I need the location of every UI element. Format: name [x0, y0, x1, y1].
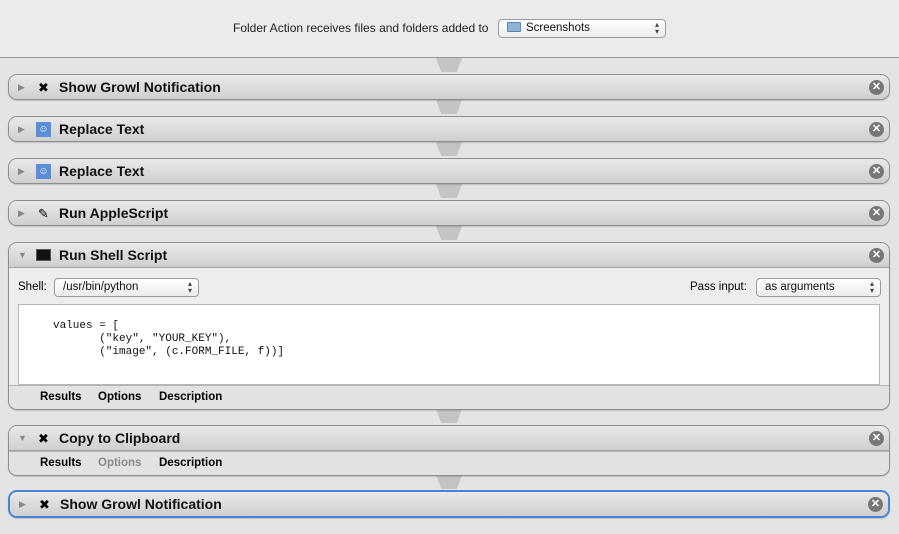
- action-show-growl-notification[interactable]: ▶ ✖ Show Growl Notification ✕: [8, 74, 890, 100]
- action-show-growl-notification-selected[interactable]: ▶ ✖ Show Growl Notification ✕: [8, 490, 890, 518]
- options-tab[interactable]: Options: [98, 391, 141, 403]
- folder-action-label: Folder Action receives files and folders…: [233, 21, 489, 35]
- folder-value: Screenshots: [526, 22, 590, 34]
- connector: [436, 100, 462, 114]
- pass-input-select[interactable]: as arguments ▴ ▾: [756, 278, 881, 297]
- workflow-header: Folder Action receives files and folders…: [0, 0, 899, 58]
- finder-icon: ☺: [36, 164, 51, 179]
- connector: [436, 58, 462, 72]
- action-title: Run Shell Script: [59, 247, 168, 263]
- action-run-applescript[interactable]: ▶ ✎ Run AppleScript ✕: [8, 200, 890, 226]
- connector: [436, 226, 462, 240]
- disclosure-triangle[interactable]: ▶: [18, 82, 25, 93]
- close-icon[interactable]: ✕: [869, 80, 884, 95]
- action-title: Show Growl Notification: [59, 79, 221, 95]
- action-title: Copy to Clipboard: [59, 430, 181, 446]
- pass-input-label: Pass input:: [690, 281, 747, 293]
- action-title: Show Growl Notification: [60, 496, 222, 512]
- applescript-icon: ✎: [38, 206, 49, 221]
- close-icon[interactable]: ✕: [869, 248, 884, 263]
- action-title: Replace Text: [59, 121, 145, 137]
- automator-tools-icon: ✖: [38, 80, 49, 95]
- terminal-icon: [36, 249, 51, 261]
- close-icon[interactable]: ✕: [869, 206, 884, 221]
- close-icon[interactable]: ✕: [868, 497, 883, 512]
- action-replace-text[interactable]: ▶ ☺ Replace Text ✕: [8, 158, 890, 184]
- close-icon[interactable]: ✕: [869, 164, 884, 179]
- connector: [436, 409, 462, 423]
- chevron-updown-icon: ▴ ▾: [654, 20, 659, 36]
- connector: [436, 184, 462, 198]
- shell-label: Shell:: [18, 281, 47, 293]
- pass-input-value: as arguments: [765, 281, 835, 293]
- results-tab[interactable]: Results: [40, 391, 82, 403]
- action-copy-to-clipboard[interactable]: ▼ ✖ Copy to Clipboard ✕ Results Options Des…: [8, 425, 890, 476]
- action-title: Run AppleScript: [59, 205, 169, 221]
- close-icon[interactable]: ✕: [869, 122, 884, 137]
- disclosure-triangle[interactable]: ▶: [18, 124, 25, 135]
- results-tab[interactable]: Results: [40, 457, 82, 469]
- close-icon[interactable]: ✕: [869, 431, 884, 446]
- disclosure-triangle[interactable]: ▶: [18, 166, 25, 177]
- action-title: Replace Text: [59, 163, 145, 179]
- connector: [436, 142, 462, 156]
- shell-select[interactable]: /usr/bin/python ▴ ▾: [54, 278, 199, 297]
- disclosure-triangle[interactable]: ▼: [18, 250, 27, 260]
- action-run-shell-script[interactable]: ▼ Run Shell Script ✕ Shell: /usr/bin/pytho…: [8, 242, 890, 410]
- script-editor[interactable]: values = [ ("key", "YOUR_KEY"), ("image"…: [18, 304, 880, 385]
- folder-select[interactable]: Screenshots ▴ ▾: [498, 19, 666, 38]
- disclosure-triangle[interactable]: ▼: [18, 433, 27, 443]
- shell-value: /usr/bin/python: [63, 281, 139, 293]
- action-replace-text[interactable]: ▶ ☺ Replace Text ✕: [8, 116, 890, 142]
- folder-icon: [507, 22, 521, 32]
- options-tab: Options: [98, 457, 142, 469]
- disclosure-triangle[interactable]: ▶: [18, 208, 25, 219]
- disclosure-triangle[interactable]: ▶: [19, 499, 26, 510]
- chevron-updown-icon: ▴ ▾: [869, 279, 874, 295]
- automator-tools-icon: ✖: [38, 431, 49, 446]
- description-tab[interactable]: Description: [159, 391, 222, 403]
- automator-tools-icon: ✖: [39, 497, 50, 512]
- connector: [436, 475, 462, 489]
- description-tab[interactable]: Description: [159, 457, 222, 469]
- finder-icon: ☺: [36, 122, 51, 137]
- chevron-updown-icon: ▴ ▾: [187, 279, 192, 295]
